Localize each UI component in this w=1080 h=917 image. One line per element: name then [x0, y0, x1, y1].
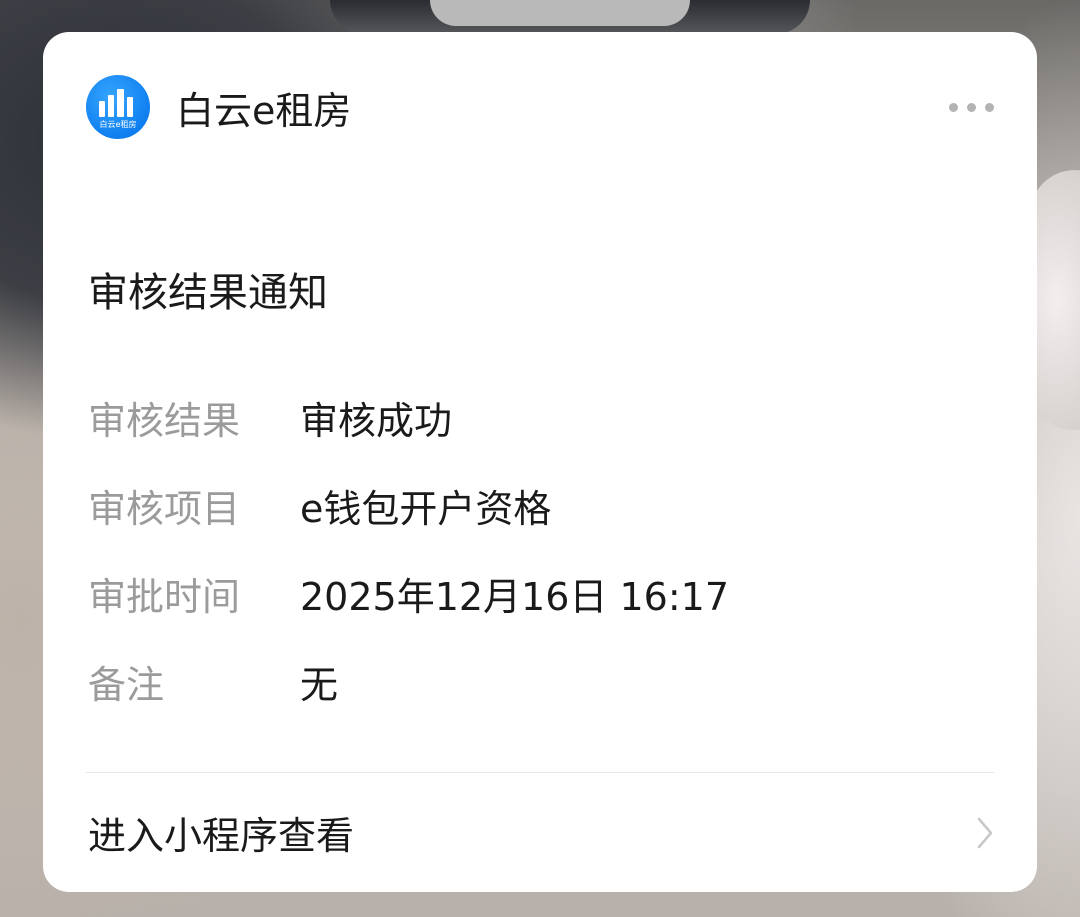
logo-building — [117, 89, 124, 117]
field-value: 2025年12月16日 16:17 — [300, 574, 730, 619]
more-horizontal-icon[interactable] — [939, 93, 994, 122]
field-label: 审核结果 — [88, 398, 241, 443]
logo-building — [99, 101, 105, 117]
field-value: 审核成功 — [300, 398, 453, 443]
field-value: e钱包开户资格 — [300, 486, 552, 531]
open-mini-program-link[interactable]: 进入小程序查看 — [43, 773, 1037, 892]
field-label: 审核项目 — [88, 486, 241, 531]
app-name[interactable]: 白云e租房 — [176, 80, 939, 135]
logo-building — [108, 95, 114, 117]
field-row-result: 审核结果 审核成功 — [88, 392, 453, 443]
field-row-time: 审批时间 2025年12月16日 16:17 — [88, 568, 730, 619]
field-label: 备注 — [88, 662, 165, 707]
chevron-right-icon — [977, 817, 993, 848]
logo-text: 白云e租房 — [99, 120, 137, 129]
background-photo-detail-right — [1030, 170, 1080, 430]
more-dot — [949, 102, 958, 112]
open-mini-program-label: 进入小程序查看 — [88, 814, 355, 858]
building-logo-icon[interactable]: 白云e租房 — [86, 75, 150, 139]
field-row-remark: 备注 无 — [88, 656, 339, 707]
notification-card: 白云e租房 白云e租房 审核结果通知 审核结果 审核成功 审核项目 e钱包开户资… — [43, 32, 1037, 892]
field-value: 无 — [300, 662, 339, 707]
field-label: 审批时间 — [88, 574, 241, 619]
field-row-item: 审核项目 e钱包开户资格 — [88, 480, 552, 531]
more-dot — [967, 102, 976, 112]
more-dot — [985, 102, 994, 112]
background-photo-detail — [430, 0, 690, 26]
notice-title: 审核结果通知 — [88, 270, 328, 316]
card-header: 白云e租房 白云e租房 — [86, 74, 994, 140]
logo-building — [127, 97, 133, 117]
